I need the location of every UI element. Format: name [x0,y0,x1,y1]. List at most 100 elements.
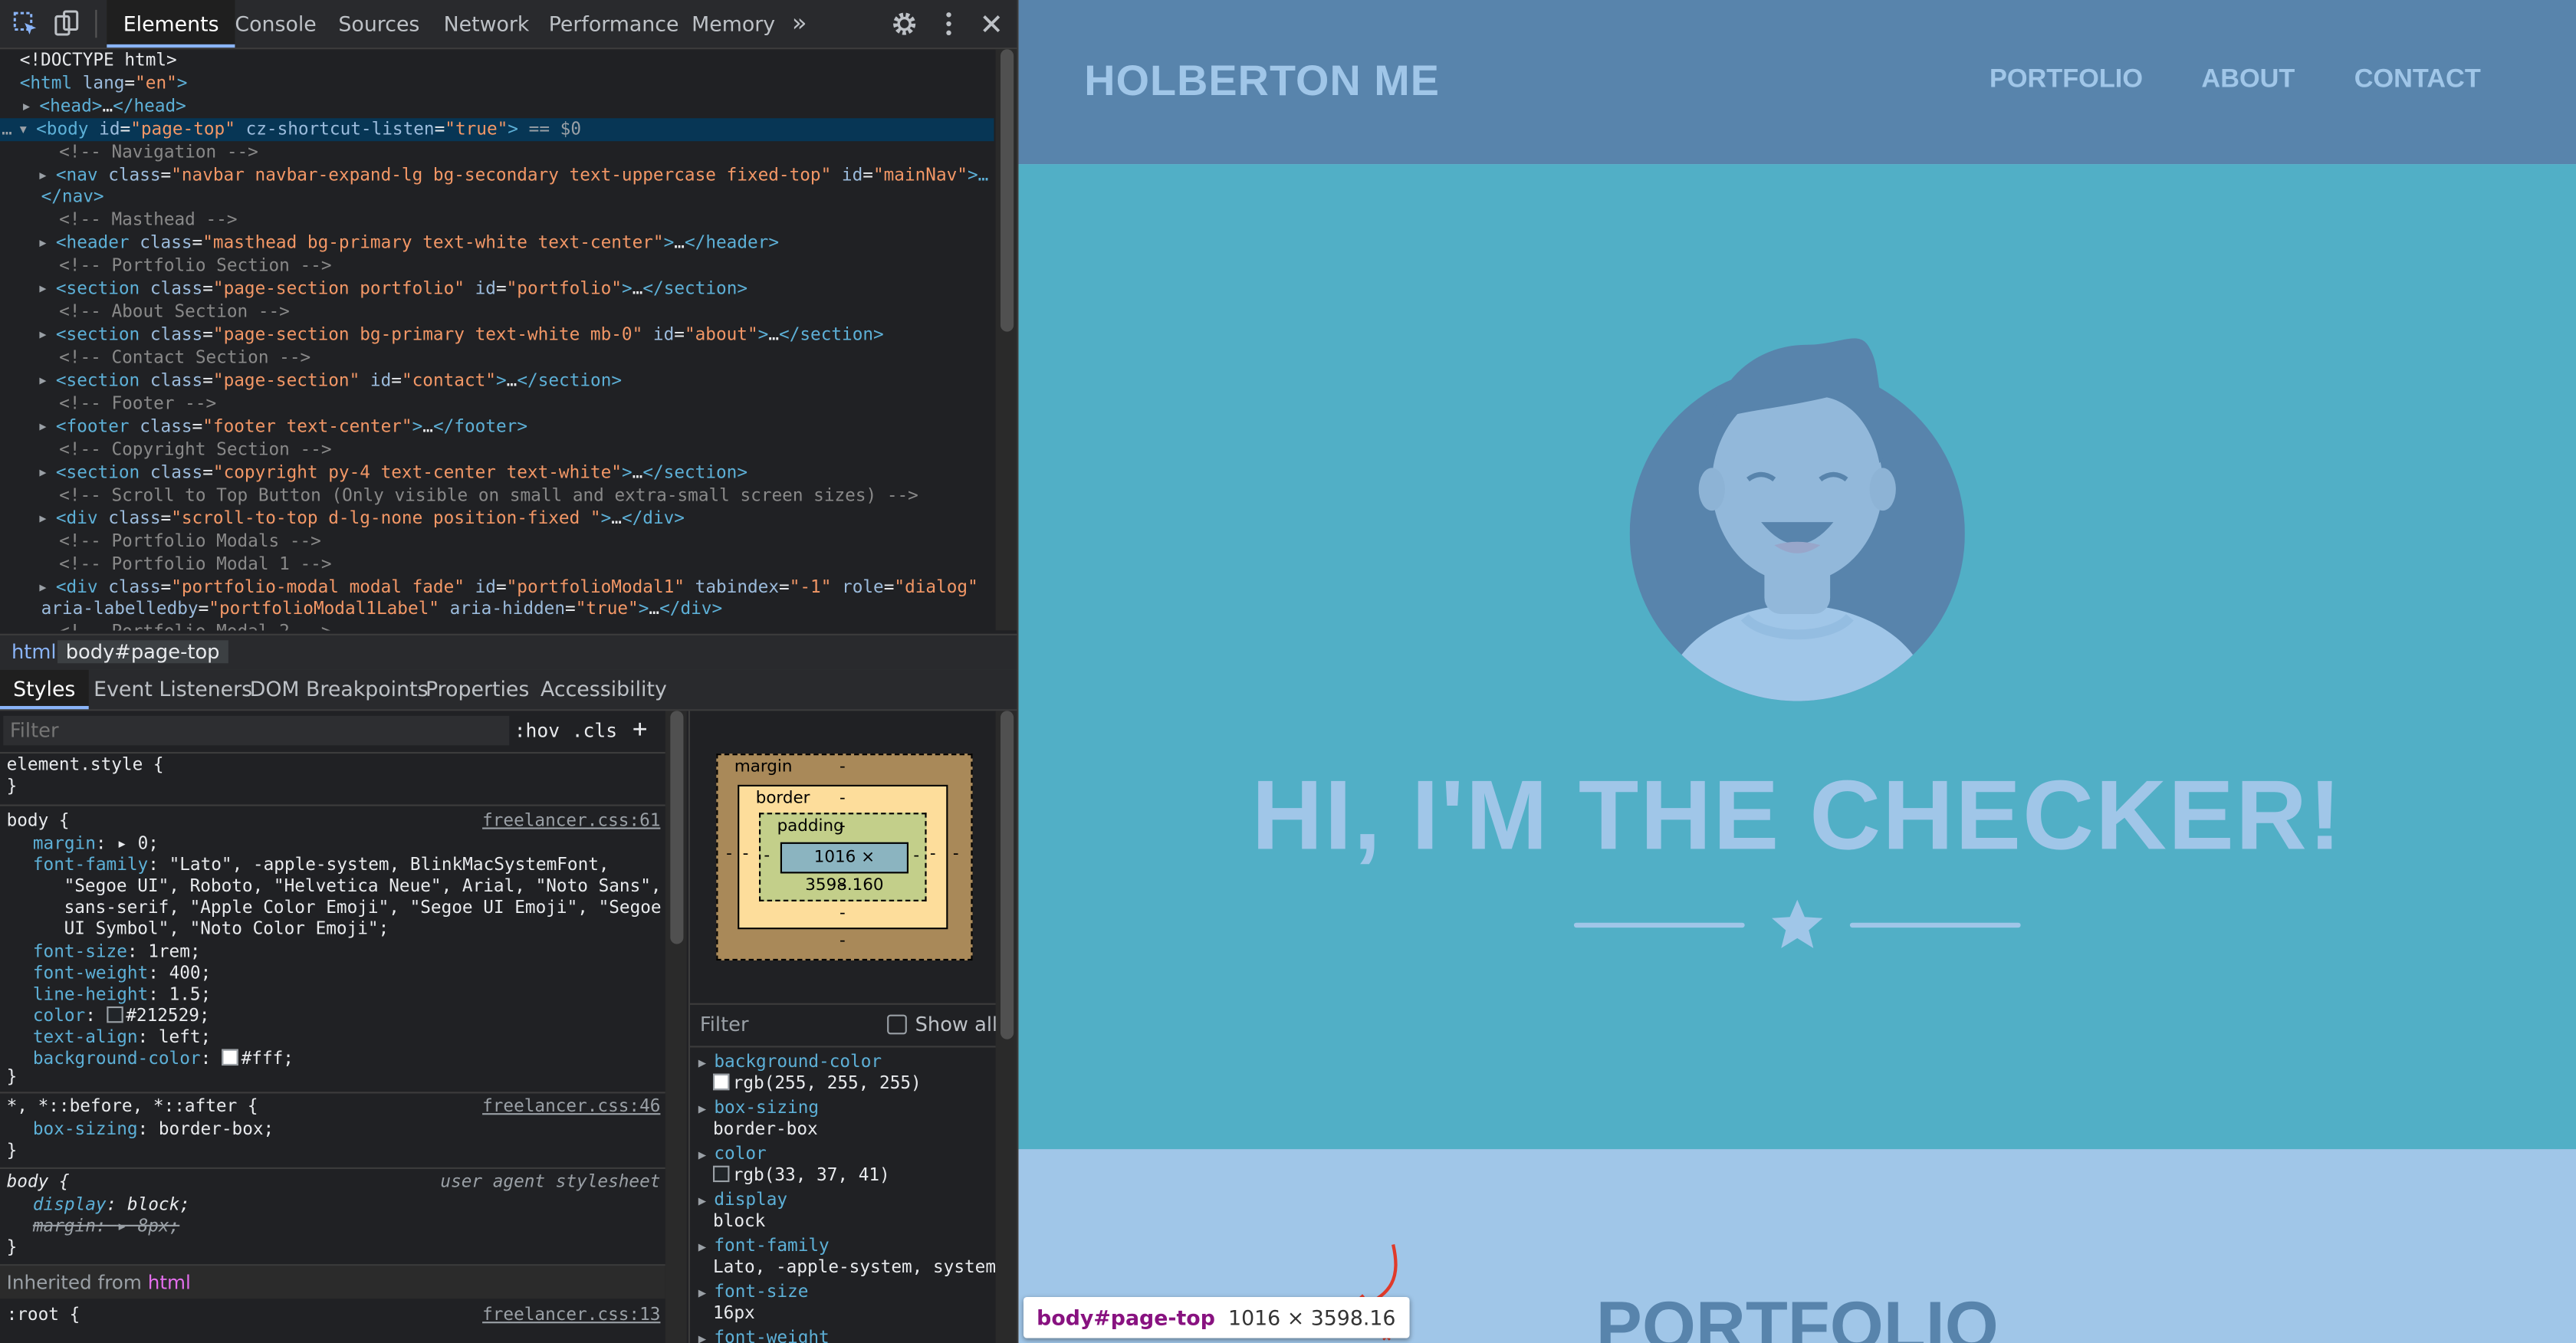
dom-node[interactable]: <!-- Portfolio Modal 1 --> [0,553,331,576]
site-brand[interactable]: HOLBERTON ME [1084,56,1440,107]
tab-accessibility[interactable]: Accessibility [527,670,680,709]
margin-left-value[interactable]: - [726,846,732,864]
dom-tree-scrollbar[interactable] [995,49,1017,631]
universal-rule[interactable]: *, *::before, *::after { freelancer.css:… [0,1093,665,1169]
dom-node[interactable]: ▶ <section class="page-section portfolio"… [0,277,748,300]
tab-memory[interactable]: Memory [675,0,792,48]
expanded-triangle-icon[interactable]: ▼ [20,118,27,141]
tab-console[interactable]: Console [219,0,333,48]
css-prop-overridden[interactable]: margin: ▸ 8px; [33,1217,179,1238]
collapsed-triangle-icon[interactable]: ▶ [39,323,46,346]
border-right-value[interactable]: - [930,846,936,864]
source-link[interactable]: freelancer.css:13 [482,1305,660,1327]
root-rule[interactable]: :root { freelancer.css:13 [0,1302,665,1343]
computed-scrollbar[interactable] [995,711,1017,1343]
tab-dom-breakpoints[interactable]: DOM Breakpoints [237,670,442,709]
dom-node[interactable]: ▶ <footer class="footer text-center">…</f… [0,415,527,438]
dom-node[interactable]: <!-- Copyright Section --> [0,438,331,461]
dom-node[interactable]: <!-- Masthead --> [0,209,237,231]
collapsed-triangle-icon[interactable]: ▶ [23,95,30,118]
dom-node[interactable]: ▶ <section class="copyright py-4 text-cen… [0,461,748,484]
show-all-checkbox[interactable] [887,1014,907,1035]
collapsed-triangle-icon[interactable]: ▶ [39,164,46,187]
ua-rule[interactable]: body { user agent stylesheet display: bl… [0,1169,665,1266]
kebab-menu-icon[interactable] [935,10,962,38]
tab-properties[interactable]: Properties [412,670,543,709]
collapsed-triangle-icon[interactable]: ▶ [39,576,46,599]
dom-node[interactable]: <!-- Contact Section --> [0,346,310,369]
padding-top-value[interactable]: - [840,818,846,836]
collapsed-triangle-icon[interactable]: ▶ [39,231,46,254]
nav-link-about[interactable]: ABOUT [2201,66,2295,96]
box-model-content-size[interactable]: 1016 × 3598.160 [780,842,909,895]
dom-node[interactable]: ▶ <header class="masthead bg-primary text… [0,231,779,254]
dom-node-selected[interactable]: … ▼ <body id="page-top" cz-shortcut-listen… [0,118,994,142]
scrollbar-thumb[interactable] [1001,711,1014,1039]
collapsed-triangle-icon[interactable]: ▶ [39,277,46,300]
css-prop[interactable]: box-sizing: border-box; [33,1120,274,1141]
color-swatch[interactable] [221,1049,238,1066]
margin-bottom-value[interactable]: - [840,933,846,951]
dom-node[interactable]: ▶ <head>…</head> [0,95,186,118]
scrollbar-thumb[interactable] [670,711,684,944]
css-prop[interactable]: font-size: 1rem; [33,942,201,964]
box-model-diagram[interactable]: margin - - - - border - - - - padding - … [716,754,973,960]
css-prop[interactable]: text-align: left; [33,1028,211,1049]
tab-styles[interactable]: Styles [0,669,89,710]
border-bottom-value[interactable]: - [840,905,846,923]
expand-triangle-icon[interactable]: ▶ [698,1240,715,1254]
dom-node[interactable]: ▶ <div class="scroll-to-top d-lg-none pos… [0,507,685,530]
dom-node[interactable]: <!-- Portfolio Modals --> [0,530,321,553]
css-prop[interactable]: font-weight: 400; [33,964,211,985]
collapsed-triangle-icon[interactable]: ▶ [39,507,46,530]
dom-node[interactable]: <!-- About Section --> [0,300,290,323]
tab-performance[interactable]: Performance [532,0,695,48]
inherited-tag[interactable]: html [148,1271,191,1294]
breadcrumb-html[interactable]: html [12,640,57,663]
dom-node[interactable]: <!-- Portfolio Section --> [0,254,331,277]
margin-right-value[interactable]: - [953,846,959,864]
new-rule-button[interactable]: + [632,714,647,744]
nav-link-portfolio[interactable]: PORTFOLIO [1990,66,2143,96]
styles-scrollbar[interactable] [665,711,687,1343]
dom-node[interactable]: <!DOCTYPE html> [0,49,177,72]
more-tabs-button[interactable]: » [775,0,823,48]
tab-network[interactable]: Network [427,0,546,48]
hov-toggle[interactable]: :hov [514,719,560,742]
settings-gear-icon[interactable] [890,10,918,38]
collapsed-triangle-icon[interactable]: ▶ [39,415,46,438]
expand-triangle-icon[interactable]: ▶ [698,1102,715,1116]
dom-node[interactable]: <!-- Navigation --> [0,141,258,164]
css-prop[interactable]: UI Symbol", "Noto Color Emoji"; [64,919,389,941]
dom-node[interactable]: ▶ <div class="portfolio-modal modal fade"… [0,576,978,599]
inspect-element-icon[interactable] [12,10,39,38]
node-actions-icon[interactable]: … [2,118,12,141]
dom-node[interactable]: <html lang="en"> [0,72,188,95]
source-link[interactable]: freelancer.css:46 [482,1097,660,1118]
css-prop[interactable]: color: #212529; [33,1006,210,1028]
padding-left-value[interactable]: - [764,847,770,865]
color-swatch[interactable] [106,1006,123,1023]
expand-triangle-icon[interactable]: ▶ [698,1194,715,1208]
expand-triangle-icon[interactable]: ▶ [698,1056,715,1070]
source-link[interactable]: freelancer.css:61 [482,811,660,832]
margin-top-value[interactable]: - [840,759,846,777]
dom-node[interactable]: ▶ <nav class="navbar navbar-expand-lg bg-… [0,164,988,187]
device-toolbar-icon[interactable] [53,10,80,38]
border-left-value[interactable]: - [743,846,749,864]
tab-elements[interactable]: Elements [107,0,235,48]
styles-filter-input[interactable] [3,715,510,746]
scrollbar-thumb[interactable] [1001,49,1014,332]
expand-triangle-icon[interactable]: ▶ [698,1332,715,1343]
dom-node[interactable]: <!-- Portfolio Modal 2 --> [0,621,331,631]
body-rule[interactable]: body { freelancer.css:61 margin: ▸ 0; fon… [0,806,665,1094]
dom-node[interactable]: aria-labelledby="portfolioModal1Label" a… [0,598,723,621]
css-prop[interactable]: display: block; [33,1195,190,1217]
collapsed-triangle-icon[interactable]: ▶ [39,369,46,392]
breadcrumb-body[interactable]: body#page-top [58,640,228,664]
element-style-rule[interactable]: element.style { } [0,754,665,806]
expand-triangle-icon[interactable]: ▶ [698,1286,715,1300]
dom-tree[interactable]: <!DOCTYPE html> <html lang="en"> ▶ <head>…<… [0,49,994,630]
tab-sources[interactable]: Sources [322,0,436,48]
dom-node[interactable]: <!-- Footer --> [0,392,216,415]
